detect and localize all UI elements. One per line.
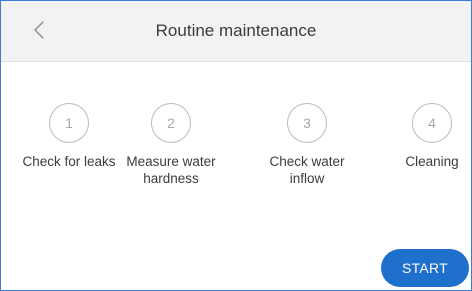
- step-2: 2 Measure water hardness: [119, 103, 223, 187]
- header-bar: Routine maintenance: [1, 1, 471, 62]
- page-title: Routine maintenance: [155, 21, 317, 40]
- step-4: 4 Cleaning: [367, 103, 471, 170]
- step-label: Check for leaks: [22, 154, 116, 169]
- step-number-badge: 4: [412, 103, 452, 143]
- step-label: Cleaning: [405, 154, 459, 169]
- step-label: Check water inflow: [269, 154, 345, 186]
- step-label: Measure water hardness: [126, 154, 216, 186]
- start-button[interactable]: START: [381, 249, 469, 287]
- maintenance-screen: Routine maintenance 1 Check for leaks 2 …: [0, 0, 472, 291]
- step-3: 3 Check water inflow: [261, 103, 353, 187]
- step-number-badge: 2: [151, 103, 191, 143]
- step-number-badge: 3: [287, 103, 327, 143]
- step-number-badge: 1: [49, 103, 89, 143]
- step-1: 1 Check for leaks: [4, 103, 134, 170]
